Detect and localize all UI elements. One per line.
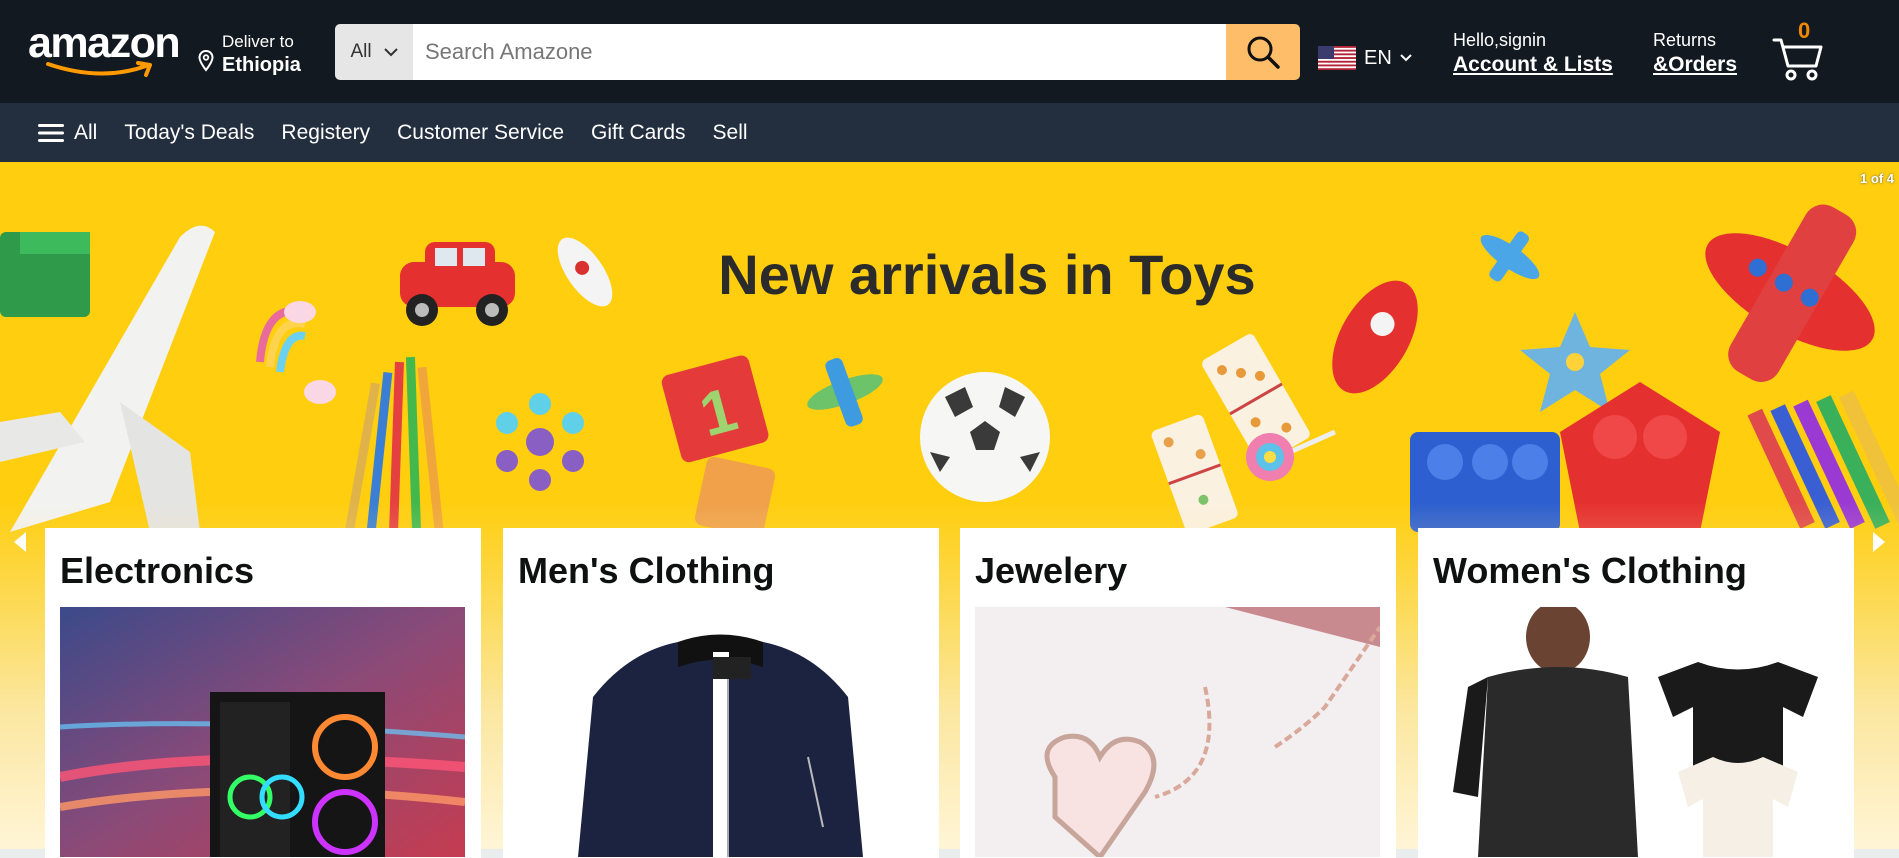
arrow-left-icon[interactable] [12, 530, 28, 554]
orders-label: &Orders [1653, 53, 1738, 76]
location-pin-icon [198, 50, 214, 72]
toys-illustration: 1 [0, 204, 1899, 532]
search-input[interactable] [413, 24, 1226, 80]
womens-clothing-image[interactable] [1433, 607, 1838, 857]
category-card-electronics[interactable]: Electronics [45, 528, 481, 858]
card-title: Women's Clothing [1433, 550, 1747, 591]
necklace-image [975, 607, 1380, 857]
language-selector[interactable]: EN [1318, 46, 1412, 70]
amazon-logo[interactable]: amazon [28, 19, 181, 78]
electronics-image[interactable] [60, 607, 465, 857]
top-nav: amazon Deliver to Ethiopia All Search Am… [0, 0, 1899, 103]
category-card-jewelery[interactable]: Jewelery [960, 528, 1396, 858]
hero-title: New arrivals in Toys [718, 243, 1256, 306]
us-flag-icon [1318, 46, 1356, 70]
sub-nav: All Today's Deals Registery Customer Ser… [0, 103, 1899, 162]
nav-todays-deals[interactable]: Today's Deals [124, 121, 254, 145]
cart-icon [1772, 38, 1823, 81]
hamburger-icon [38, 123, 64, 142]
tshirts-image [1433, 607, 1838, 857]
card-title: Electronics [60, 550, 255, 591]
returns-label: Returns [1653, 30, 1717, 50]
account-lists[interactable]: Hello,signin Account & Lists [1453, 30, 1613, 77]
cart-button[interactable]: 0 [1772, 18, 1828, 84]
nav-all[interactable]: All [38, 121, 97, 145]
slide-indicator: 1 of 4 [1860, 171, 1894, 186]
card-title: Men's Clothing [518, 550, 775, 591]
account-lists-label: Account & Lists [1453, 53, 1613, 76]
deliver-label: Deliver to [222, 32, 294, 51]
nav-gift-cards[interactable]: Gift Cards [591, 121, 686, 145]
search-category-label: All [350, 41, 372, 62]
nav-sell[interactable]: Sell [713, 121, 748, 145]
deliver-location: Ethiopia [222, 54, 301, 76]
logo-smile-icon [46, 61, 152, 77]
returns-orders[interactable]: Returns &Orders [1653, 30, 1737, 77]
search-bar: All [335, 24, 1300, 80]
nav-registry[interactable]: Registery [281, 121, 370, 145]
category-card-womens-clothing[interactable]: Women's Clothing [1418, 528, 1854, 858]
logo-text: amazon [28, 19, 181, 67]
category-card-mens-clothing[interactable]: Men's Clothing [503, 528, 939, 858]
jewelery-image[interactable] [975, 607, 1380, 857]
nav-customer-service[interactable]: Customer Service [397, 121, 564, 145]
arrow-right-icon[interactable] [1871, 530, 1887, 554]
chevron-down-icon [383, 47, 398, 56]
search-button[interactable] [1226, 24, 1300, 80]
mens-clothing-image[interactable] [518, 607, 923, 857]
search-category-select[interactable]: All [335, 24, 413, 80]
jacket-image [518, 607, 923, 857]
language-label: EN [1364, 46, 1392, 69]
search-icon [1247, 36, 1280, 69]
pc-case-image [60, 607, 465, 857]
chevron-down-icon [1400, 54, 1412, 62]
card-title: Jewelery [975, 550, 1128, 591]
nav-all-label: All [74, 120, 98, 144]
account-greeting: Hello,signin [1453, 30, 1547, 50]
